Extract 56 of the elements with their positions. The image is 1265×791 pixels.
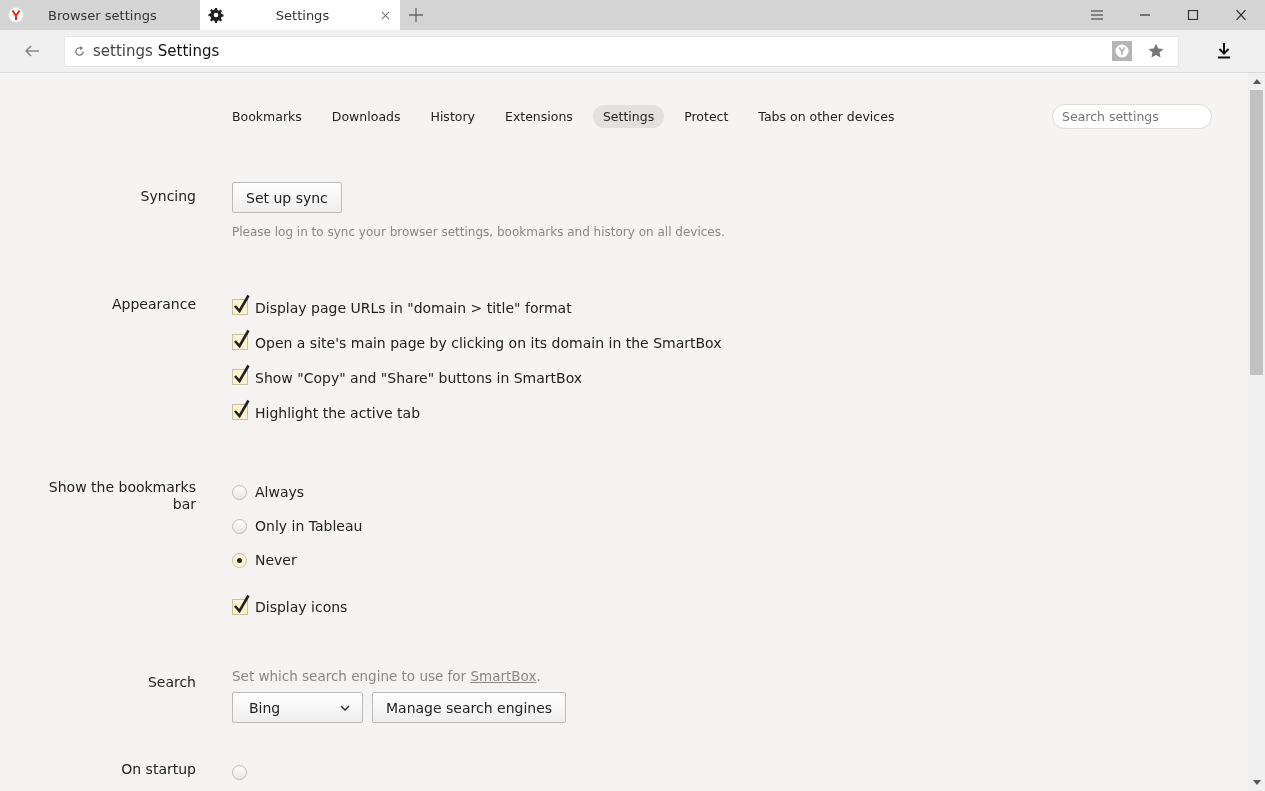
search-engine-dropdown[interactable]: Bing xyxy=(232,692,363,723)
section-label: Appearance xyxy=(110,295,196,314)
maximize-icon[interactable] xyxy=(1187,10,1199,20)
menu-icon[interactable] xyxy=(1091,10,1103,20)
section-label: Syncing xyxy=(139,187,196,206)
nav-tab[interactable]: Downloads xyxy=(321,104,411,128)
nav-tab[interactable]: Tabs on other devices xyxy=(748,104,905,128)
browser-tab[interactable]: Browser settings xyxy=(0,0,200,30)
search-field[interactable]: Search settings xyxy=(1052,103,1212,129)
browser-tab[interactable]: Settings xyxy=(200,0,400,30)
close-icon[interactable] xyxy=(1235,10,1247,20)
radio-label: Only in Tableau xyxy=(255,518,363,534)
scrollbar[interactable] xyxy=(1248,73,1265,791)
set-up-sync-button[interactable]: Set up sync xyxy=(232,182,342,213)
scroll-up-arrow-icon[interactable] xyxy=(1252,79,1261,84)
reload-icon[interactable] xyxy=(74,45,85,57)
checkbox[interactable] xyxy=(232,364,250,385)
nav-tab[interactable]: History xyxy=(420,104,485,128)
nav-tab[interactable]: Protect xyxy=(674,104,739,128)
section-label: On startup xyxy=(120,760,196,779)
close-tab-icon[interactable] xyxy=(381,10,390,20)
address-bar[interactable]: settings Settings xyxy=(64,35,1179,67)
radio-button[interactable] xyxy=(232,484,247,500)
address-title: Settings xyxy=(157,42,220,60)
sync-note: Please log in to sync your browser settings, bookmarks and history on all devices. xyxy=(232,225,725,239)
checkbox-label: Display icons xyxy=(255,599,348,615)
address-host: settings xyxy=(93,42,153,60)
checkbox[interactable] xyxy=(232,294,250,315)
section-label: Show the bookmarks bar xyxy=(47,478,196,514)
checkbox-label: Highlight the active tab xyxy=(255,404,421,421)
download-icon[interactable] xyxy=(1217,43,1231,59)
checkbox[interactable] xyxy=(232,399,250,420)
browser-logo-icon xyxy=(8,7,24,23)
search-engine-note: Set which search engine to use for SmartBox. xyxy=(232,668,541,684)
radio-button[interactable] xyxy=(232,764,247,780)
star-icon[interactable] xyxy=(1148,43,1164,59)
checkbox-label: Display page URLs in "domain > title" format xyxy=(255,299,572,316)
checkbox-label: Open a site's main page by clicking on its domain in the SmartBox xyxy=(255,334,722,351)
scrollbar-thumb[interactable] xyxy=(1250,90,1263,375)
radio-label: Always xyxy=(255,484,305,500)
back-arrow-icon[interactable] xyxy=(24,45,40,57)
checkbox[interactable] xyxy=(232,593,250,615)
manage-search-engines-button[interactable]: Manage search engines xyxy=(372,692,567,723)
new-tab-icon[interactable] xyxy=(409,8,423,22)
radio-button[interactable] xyxy=(232,518,247,534)
checkbox-label: Show "Copy" and "Share" buttons in SmartBox xyxy=(255,369,583,386)
nav-tab[interactable]: Settings xyxy=(592,104,665,128)
nav-tab[interactable]: Bookmarks xyxy=(222,104,312,128)
gear-icon xyxy=(208,7,224,23)
scroll-down-arrow-icon[interactable] xyxy=(1252,780,1261,785)
radio-label: Never xyxy=(255,552,297,568)
nav-tab[interactable]: Extensions xyxy=(495,104,583,128)
chevron-down-icon xyxy=(340,704,350,711)
section-label: Search xyxy=(146,673,196,692)
radio-button[interactable] xyxy=(232,552,247,568)
checkbox[interactable] xyxy=(232,329,250,350)
